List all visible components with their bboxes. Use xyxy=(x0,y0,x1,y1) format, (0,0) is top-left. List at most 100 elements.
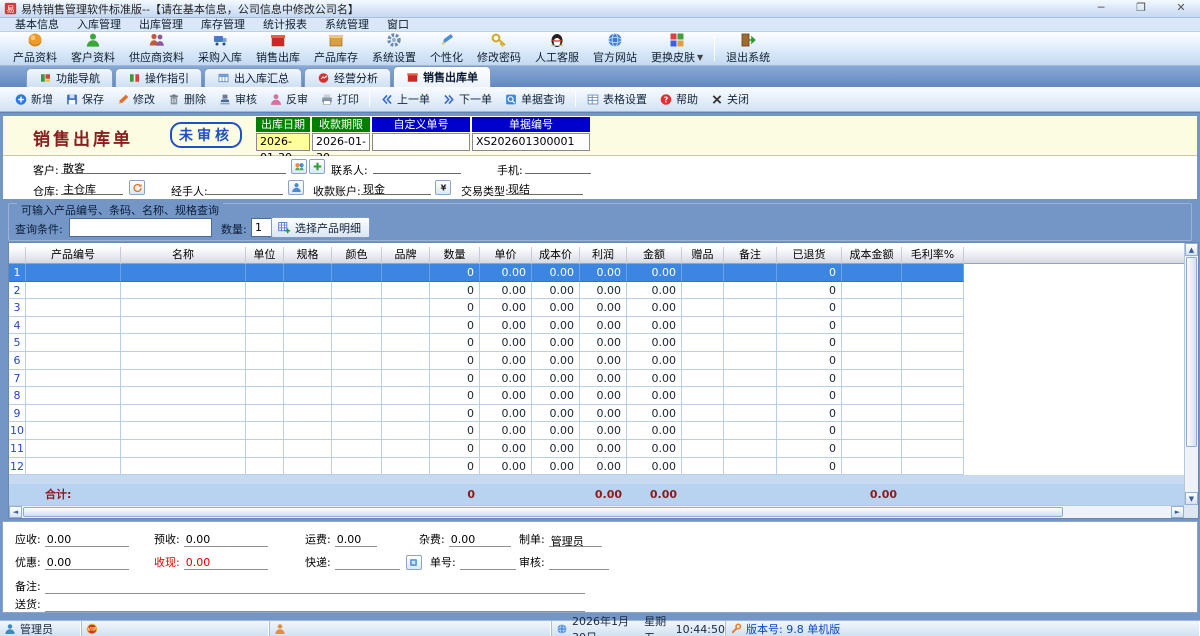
grid-cell[interactable] xyxy=(26,352,121,370)
grid-cell[interactable]: 0 xyxy=(777,352,842,370)
grid-cell[interactable] xyxy=(26,264,121,282)
menu-item-4[interactable]: 库存管理 xyxy=(192,18,254,32)
grid-cell[interactable] xyxy=(682,422,724,440)
toolbar-button-skin-grid[interactable]: 更换皮肤▼ xyxy=(644,32,710,65)
grid-cell[interactable]: 0 xyxy=(430,352,480,370)
grid-cell[interactable] xyxy=(842,458,902,476)
toolbar-button-sale-box[interactable]: 销售出库 xyxy=(249,32,307,65)
grid-cell[interactable] xyxy=(724,405,777,423)
grid-header-数量[interactable]: 数量 xyxy=(430,247,480,264)
grid-cell[interactable]: 0 xyxy=(430,387,480,405)
grid-cell[interactable] xyxy=(121,387,246,405)
grid-cell[interactable]: 0 xyxy=(430,422,480,440)
toolbar-button-website-globe[interactable]: 官方网站 xyxy=(586,32,644,65)
grid-cell[interactable]: 0.00 xyxy=(532,440,580,458)
grid-cell[interactable]: 0 xyxy=(430,299,480,317)
grid-cell[interactable]: 4 xyxy=(9,317,26,335)
grid-cell[interactable] xyxy=(246,440,284,458)
grid-cell[interactable] xyxy=(284,458,332,476)
grid-cell[interactable]: 0 xyxy=(430,440,480,458)
grid-cell[interactable]: 0.00 xyxy=(580,299,627,317)
grid-header-成本金额[interactable]: 成本金额 xyxy=(842,247,902,264)
grid-cell[interactable]: 0 xyxy=(777,299,842,317)
grid-cell[interactable]: 0.00 xyxy=(480,282,532,300)
grid-cell[interactable] xyxy=(724,370,777,388)
warehouse-select-button[interactable] xyxy=(129,180,145,195)
form-toolbar-button-save-floppy[interactable]: 保存 xyxy=(59,89,110,109)
grid-header-rownum[interactable] xyxy=(9,247,26,264)
menu-item-3[interactable]: 出库管理 xyxy=(130,18,192,32)
grid-cell[interactable] xyxy=(284,405,332,423)
grid-cell[interactable] xyxy=(121,264,246,282)
form-toolbar-button-audit-stamp[interactable]: 审核 xyxy=(212,89,263,109)
grid-cell[interactable]: 0 xyxy=(430,334,480,352)
grid-cell[interactable] xyxy=(902,352,964,370)
grid-cell[interactable] xyxy=(121,317,246,335)
footer-field-value[interactable]: 0.00 xyxy=(184,533,268,547)
toolbar-button-product-sphere[interactable]: 产品资料 xyxy=(6,32,64,65)
horizontal-scroll-thumb[interactable] xyxy=(23,507,1063,517)
toolbar-button-customer-person[interactable]: 客户资料 xyxy=(64,32,122,65)
grid-cell[interactable] xyxy=(724,334,777,352)
grid-cell[interactable]: 0 xyxy=(777,370,842,388)
toolbar-button-supplier-persons[interactable]: 供应商资料 xyxy=(122,32,191,65)
customer-field[interactable]: 散客 xyxy=(61,160,286,174)
grid-cell[interactable] xyxy=(902,370,964,388)
grid-cell[interactable]: 0 xyxy=(777,387,842,405)
form-toolbar-button-prev-arrows[interactable]: 上一单 xyxy=(374,89,436,109)
grid-header-规格[interactable]: 规格 xyxy=(284,247,332,264)
grid-cell[interactable]: 2 xyxy=(9,282,26,300)
minimize-button[interactable]: ─ xyxy=(1088,1,1114,16)
handler-field[interactable] xyxy=(207,181,283,195)
grid-cell[interactable]: 0.00 xyxy=(627,440,682,458)
grid-cell[interactable]: 0.00 xyxy=(480,370,532,388)
grid-header-单位[interactable]: 单位 xyxy=(246,247,284,264)
grid-cell[interactable] xyxy=(682,317,724,335)
grid-cell[interactable]: 0.00 xyxy=(627,422,682,440)
grid-cell[interactable] xyxy=(382,352,430,370)
grid-cell[interactable]: 0 xyxy=(777,458,842,476)
grid-cell[interactable] xyxy=(26,334,121,352)
grid-cell[interactable] xyxy=(246,370,284,388)
grid-row-12[interactable]: 1200.000.000.000.000 xyxy=(9,458,1184,476)
grid-row-2[interactable]: 200.000.000.000.000 xyxy=(9,282,1184,300)
grid-cell[interactable] xyxy=(284,440,332,458)
grid-cell[interactable] xyxy=(26,440,121,458)
tab-操作指引[interactable]: 操作指引 xyxy=(115,68,202,87)
grid-cell[interactable] xyxy=(246,405,284,423)
grid-cell[interactable] xyxy=(332,458,382,476)
grid-row-11[interactable]: 1100.000.000.000.000 xyxy=(9,440,1184,458)
menu-item-2[interactable]: 入库管理 xyxy=(68,18,130,32)
grid-cell[interactable]: 0.00 xyxy=(480,264,532,282)
grid-row-9[interactable]: 900.000.000.000.000 xyxy=(9,405,1184,423)
grid-cell[interactable] xyxy=(842,334,902,352)
grid-cell[interactable]: 0.00 xyxy=(532,387,580,405)
footer-field-value[interactable]: 0.00 xyxy=(184,556,268,570)
grid-cell[interactable] xyxy=(26,299,121,317)
grid-cell[interactable] xyxy=(284,387,332,405)
grid-row-10[interactable]: 1000.000.000.000.000 xyxy=(9,422,1184,440)
grid-cell[interactable] xyxy=(246,264,284,282)
grid-cell[interactable]: 0 xyxy=(777,264,842,282)
grid-cell[interactable]: 0.00 xyxy=(532,352,580,370)
form-toolbar-button-table-config[interactable]: 表格设置 xyxy=(580,89,653,109)
grid-header-毛利率%[interactable]: 毛利率% xyxy=(902,247,964,264)
grid-header-成本价[interactable]: 成本价 xyxy=(532,247,580,264)
grid-cell[interactable] xyxy=(332,299,382,317)
grid-cell[interactable] xyxy=(842,387,902,405)
grid-cell[interactable] xyxy=(246,299,284,317)
grid-cell[interactable] xyxy=(382,299,430,317)
account-yen-button[interactable]: ¥ xyxy=(435,180,451,195)
vertical-scroll-thumb[interactable] xyxy=(1186,257,1197,447)
grid-cell[interactable]: 0.00 xyxy=(580,317,627,335)
grid-row-7[interactable]: 700.000.000.000.000 xyxy=(9,370,1184,388)
grid-cell[interactable] xyxy=(284,334,332,352)
grid-cell[interactable] xyxy=(724,440,777,458)
doc-field-value[interactable] xyxy=(372,133,470,151)
grid-cell[interactable] xyxy=(121,405,246,423)
grid-cell[interactable]: 0.00 xyxy=(480,422,532,440)
grid-cell[interactable] xyxy=(902,458,964,476)
menu-item-5[interactable]: 统计报表 xyxy=(254,18,316,32)
footer-field-value[interactable] xyxy=(460,556,516,570)
form-toolbar-button-print-printer[interactable]: 打印 xyxy=(314,89,365,109)
